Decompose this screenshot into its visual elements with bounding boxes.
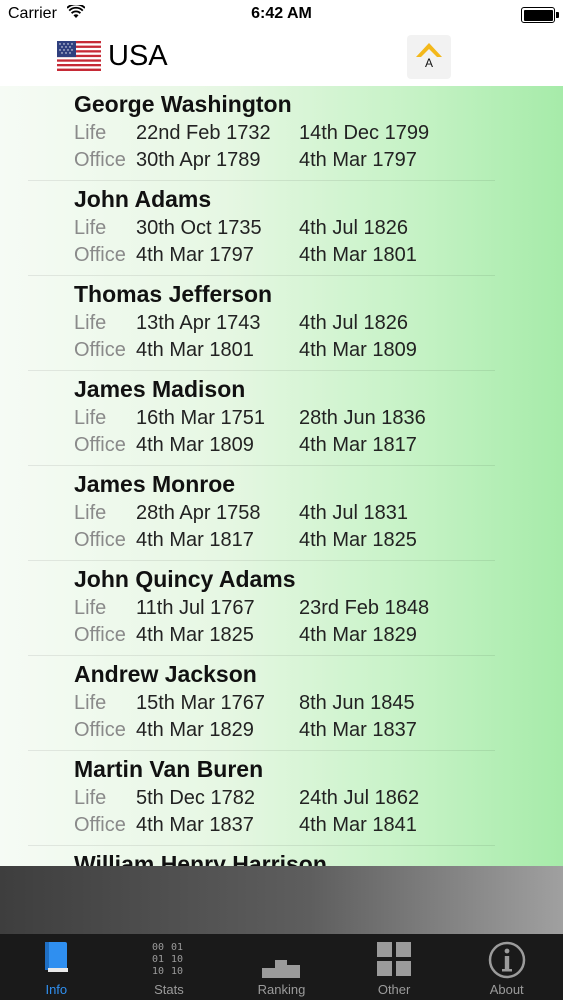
birth-date: 13th Apr 1743 [136, 312, 261, 334]
office-end-date: 4th Mar 1801 [299, 244, 417, 266]
office-label: Office [74, 434, 126, 456]
death-date: 23rd Feb 1848 [299, 597, 430, 619]
tab-ranking[interactable]: Ranking [225, 934, 338, 1000]
tab-label: Ranking [257, 982, 306, 997]
birth-date: 28th Apr 1758 [136, 502, 261, 524]
president-name: John Adams [74, 186, 212, 212]
death-date: 4th Jul 1831 [299, 502, 408, 524]
president-name: William Henry Harrison [74, 851, 327, 866]
president-name: George Washington [74, 91, 292, 117]
sort-alphabetical-button[interactable]: A [407, 35, 451, 79]
tab-label: Other [377, 982, 411, 997]
office-end-date: 4th Mar 1825 [299, 529, 417, 551]
office-end-date: 4th Mar 1841 [299, 814, 417, 836]
president-row-quincy-adams[interactable]: John Quincy Adams Life 11th Jul 1767 23r… [0, 561, 563, 656]
president-name: Martin Van Buren [74, 756, 264, 782]
office-label: Office [74, 719, 126, 741]
death-date: 14th Dec 1799 [299, 122, 430, 144]
office-label: Office [74, 339, 126, 361]
svg-text:00: 00 [152, 942, 164, 953]
president-name: John Quincy Adams [74, 566, 296, 592]
office-start-date: 4th Mar 1837 [136, 814, 254, 836]
president-row-harrison[interactable]: William Henry Harrison [0, 846, 563, 866]
office-label: Office [74, 529, 126, 551]
svg-text:10: 10 [171, 954, 183, 965]
office-start-date: 4th Mar 1797 [136, 244, 254, 266]
life-label: Life [74, 692, 107, 714]
life-label: Life [74, 787, 107, 809]
tab-bar: Info 00 01 01 10 10 10 Stats Ranking Other [0, 934, 563, 1000]
president-row-washington[interactable]: George Washington Life 22nd Feb 1732 14t… [0, 86, 563, 181]
svg-text:10: 10 [171, 966, 183, 977]
life-label: Life [74, 312, 107, 334]
battery-icon [521, 7, 559, 23]
grid-icon [377, 942, 412, 976]
svg-text:10: 10 [152, 966, 164, 977]
tab-label: About [489, 982, 524, 997]
banner-area [0, 866, 563, 934]
president-row-van-buren[interactable]: Martin Van Buren Life 5th Dec 1782 24th … [0, 751, 563, 846]
tab-about[interactable]: About [450, 934, 563, 1000]
death-date: 24th Jul 1862 [299, 787, 420, 809]
tab-label: Info [45, 982, 68, 997]
office-end-date: 4th Mar 1797 [299, 149, 417, 171]
life-label: Life [74, 217, 107, 239]
tab-info[interactable]: Info [0, 934, 113, 1000]
president-row-jefferson[interactable]: Thomas Jefferson Life 13th Apr 1743 4th … [0, 276, 563, 371]
president-row-jackson[interactable]: Andrew Jackson Life 15th Mar 1767 8th Ju… [0, 656, 563, 751]
death-date: 8th Jun 1845 [299, 692, 415, 714]
podium-icon [262, 960, 301, 978]
svg-text:01: 01 [171, 942, 183, 953]
office-start-date: 4th Mar 1829 [136, 719, 254, 741]
office-start-date: 4th Mar 1817 [136, 529, 254, 551]
president-row-monroe[interactable]: James Monroe Life 28th Apr 1758 4th Jul … [0, 466, 563, 561]
birth-date: 15th Mar 1767 [136, 692, 265, 714]
tab-label: Stats [154, 982, 184, 997]
birth-date: 22nd Feb 1732 [136, 122, 271, 144]
tab-other[interactable]: Other [338, 934, 451, 1000]
office-start-date: 30th Apr 1789 [136, 149, 261, 171]
death-date: 4th Jul 1826 [299, 312, 408, 334]
birth-date: 5th Dec 1782 [136, 787, 255, 809]
death-date: 4th Jul 1826 [299, 217, 408, 239]
office-end-date: 4th Mar 1809 [299, 339, 417, 361]
president-name: James Monroe [74, 471, 236, 497]
president-name: Thomas Jefferson [74, 281, 273, 307]
birth-date: 11th Jul 1767 [136, 597, 255, 619]
office-label: Office [74, 814, 126, 836]
office-end-date: 4th Mar 1829 [299, 624, 417, 646]
us-flag-icon [57, 41, 101, 71]
office-label: Office [74, 244, 126, 266]
header: USA A [0, 30, 563, 86]
office-end-date: 4th Mar 1837 [299, 719, 417, 741]
clock: 6:42 AM [251, 5, 312, 22]
life-label: Life [74, 502, 107, 524]
life-label: Life [74, 597, 107, 619]
office-label: Office [74, 624, 126, 646]
chevron-up-icon: A [416, 43, 442, 70]
president-list[interactable]: George Washington Life 22nd Feb 1732 14t… [0, 86, 563, 866]
office-start-date: 4th Mar 1825 [136, 624, 254, 646]
status-bar: Carrier 6:42 AM [0, 0, 563, 30]
binary-digits-icon: 00 01 01 10 10 10 [152, 942, 183, 977]
info-circle-icon [488, 941, 525, 979]
office-start-date: 4th Mar 1809 [136, 434, 254, 456]
president-row-madison[interactable]: James Madison Life 16th Mar 1751 28th Ju… [0, 371, 563, 466]
death-date: 28th Jun 1836 [299, 407, 426, 429]
president-row-adams[interactable]: John Adams Life 30th Oct 1735 4th Jul 18… [0, 181, 563, 276]
sort-button-label: A [425, 56, 433, 70]
life-label: Life [74, 407, 107, 429]
office-end-date: 4th Mar 1817 [299, 434, 417, 456]
president-name: James Madison [74, 376, 246, 402]
president-name: Andrew Jackson [74, 661, 257, 687]
svg-text:01: 01 [152, 954, 164, 965]
life-label: Life [74, 122, 107, 144]
birth-date: 16th Mar 1751 [136, 407, 265, 429]
birth-date: 30th Oct 1735 [136, 217, 262, 239]
office-label: Office [74, 149, 126, 171]
office-start-date: 4th Mar 1801 [136, 339, 254, 361]
country-title: USA [108, 40, 168, 72]
book-icon [45, 942, 69, 972]
tab-stats[interactable]: 00 01 01 10 10 10 Stats [113, 934, 226, 1000]
